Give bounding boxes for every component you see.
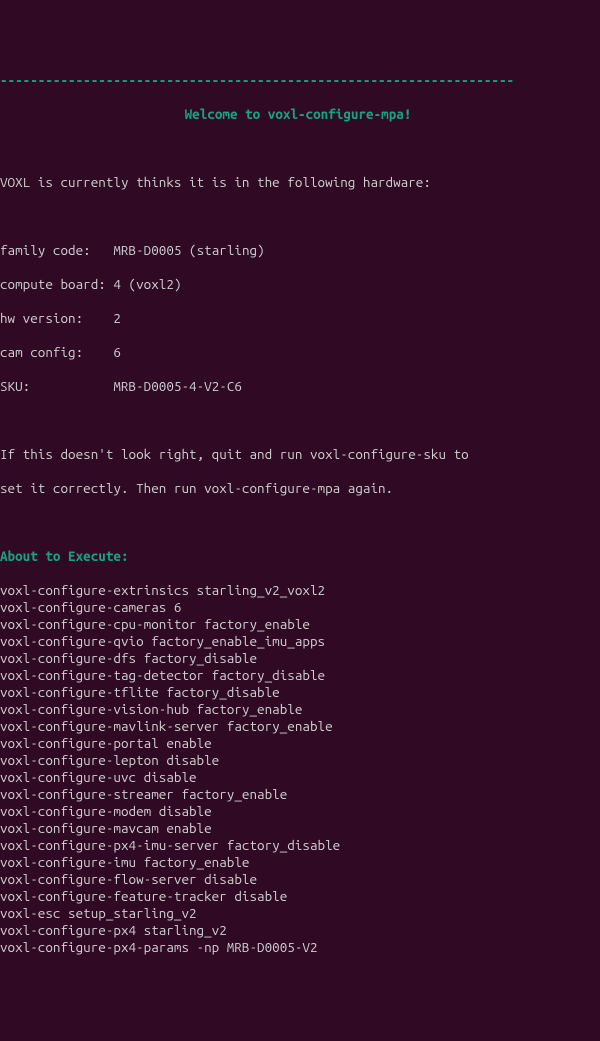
warn-line-1: If this doesn't look right, quit and run… — [0, 446, 596, 463]
command-list: voxl-configure-extrinsics starling_v2_vo… — [0, 582, 596, 956]
command-line: voxl-configure-streamer factory_enable — [0, 786, 596, 803]
command-line: voxl-configure-dfs factory_disable — [0, 650, 596, 667]
command-line: voxl-configure-tflite factory_disable — [0, 684, 596, 701]
hw-family-code: family code: MRB-D0005 (starling) — [0, 242, 596, 259]
command-line: voxl-configure-portal enable — [0, 735, 596, 752]
divider-dashes: ----------------------------------------… — [0, 72, 596, 89]
warn-line-2: set it correctly. Then run voxl-configur… — [0, 480, 596, 497]
command-line: voxl-configure-feature-tracker disable — [0, 888, 596, 905]
command-line: voxl-configure-px4 starling_v2 — [0, 922, 596, 939]
blank-line — [0, 140, 596, 157]
command-line: voxl-configure-px4-params -np MRB-D0005-… — [0, 939, 596, 956]
welcome-title: Welcome to voxl-configure-mpa! — [0, 106, 596, 123]
command-line: voxl-configure-tag-detector factory_disa… — [0, 667, 596, 684]
command-line: voxl-configure-mavlink-server factory_en… — [0, 718, 596, 735]
command-line: voxl-esc setup_starling_v2 — [0, 905, 596, 922]
command-line: voxl-configure-px4-imu-server factory_di… — [0, 837, 596, 854]
command-line: voxl-configure-flow-server disable — [0, 871, 596, 888]
intro-line: VOXL is currently thinks it is in the fo… — [0, 174, 596, 191]
command-line: voxl-configure-cpu-monitor factory_enabl… — [0, 616, 596, 633]
command-line: voxl-configure-extrinsics starling_v2_vo… — [0, 582, 596, 599]
command-line: voxl-configure-lepton disable — [0, 752, 596, 769]
hw-cam-config: cam config: 6 — [0, 344, 596, 361]
hw-version: hw version: 2 — [0, 310, 596, 327]
hw-compute-board: compute board: 4 (voxl2) — [0, 276, 596, 293]
blank-line — [0, 412, 596, 429]
hw-sku: SKU: MRB-D0005-4-V2-C6 — [0, 378, 596, 395]
command-line: voxl-configure-uvc disable — [0, 769, 596, 786]
command-line: voxl-configure-imu factory_enable — [0, 854, 596, 871]
blank-line — [0, 208, 596, 225]
command-line: voxl-configure-modem disable — [0, 803, 596, 820]
command-line: voxl-configure-qvio factory_enable_imu_a… — [0, 633, 596, 650]
blank-line — [0, 514, 596, 531]
command-line: voxl-configure-cameras 6 — [0, 599, 596, 616]
command-line: voxl-configure-vision-hub factory_enable — [0, 701, 596, 718]
command-line: voxl-configure-mavcam enable — [0, 820, 596, 837]
about-to-execute-header: About to Execute: — [0, 548, 596, 565]
